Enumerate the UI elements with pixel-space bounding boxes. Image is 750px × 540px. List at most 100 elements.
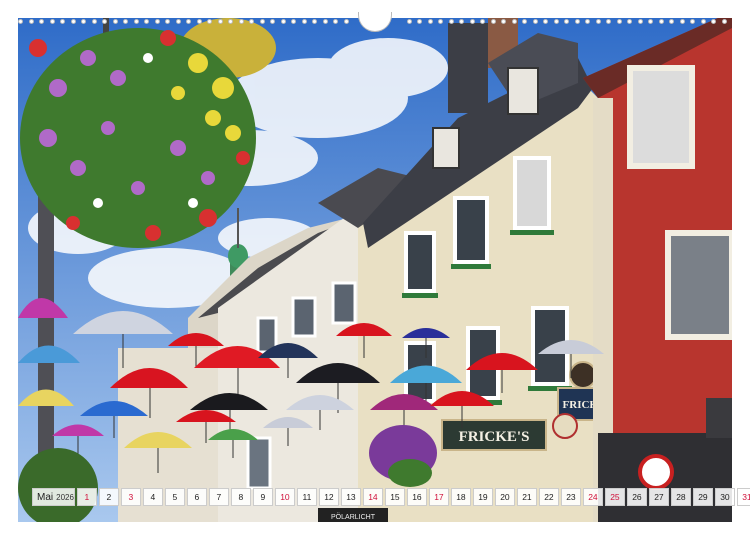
binding-hole [417,19,422,24]
binding-hole [627,19,632,24]
day-cell-8: 8 [230,488,251,506]
day-cell-17: 17 [428,488,449,506]
binding-hole [322,19,328,24]
binding-hole [511,19,517,24]
binding-hole [102,19,107,24]
binding-hole [154,19,160,24]
shop-sign-text: FRICKE'S [459,429,530,445]
binding-hole [480,19,485,24]
no-entry-sign [638,454,674,490]
binding-hole [39,19,44,24]
day-cell-16: 16 [406,488,427,506]
day-cell-2: 2 [98,488,119,506]
binding-hole [658,19,664,24]
binding-hole [280,19,286,24]
calendar-strip: Mai 2026 1 2 3 4 5 6 7 8 9 10 11 12 13 14 15 16 17 18 19 20… [32,487,750,507]
binding-hole [595,19,601,24]
day-cell-21: 21 [516,488,537,506]
binding-hole [459,19,464,24]
binding-hole [343,19,349,24]
day-cell-25: 25 [604,488,625,506]
binding-hole [270,19,275,24]
binding-hole [165,19,170,24]
binding-hole [217,19,223,24]
day-cell-3: 3 [120,488,141,506]
binding-hole [669,19,674,24]
binding-hole [501,19,506,24]
binding-hole [112,19,118,24]
day-cell-18: 18 [450,488,471,506]
street-photo: FRICKE'S FRICKES PÖLARLICHT [18,18,732,522]
day-cell-10: 10 [274,488,295,506]
binding-hole [186,19,191,24]
binding-hole [70,19,76,24]
binding-hole [522,19,527,24]
binding-hole [175,19,181,24]
day-cell-4: 4 [142,488,163,506]
day-cell-30: 30 [714,488,735,506]
binding-hole [249,19,254,24]
day-cell-23: 23 [560,488,581,506]
bottom-sign-text: PÖLARLICHT [331,513,376,521]
binding-hole [700,19,706,24]
day-cell-26: 26 [626,488,647,506]
binding-hole [427,19,433,24]
binding-hole [585,19,590,24]
binding-hole [60,19,65,24]
binding-hole [637,19,643,24]
binding-hole [690,19,695,24]
year-label: 2026 [56,492,74,502]
binding-hole [564,19,569,24]
binding-hole [49,19,55,24]
day-cell-29: 29 [692,488,713,506]
binding-hole [123,19,128,24]
binding-hole [81,19,86,24]
day-cell-11: 11 [296,488,317,506]
binding-hole [606,19,611,24]
binding-hole [259,19,265,24]
binding-hole [301,19,307,24]
binding-hole [648,19,653,24]
calendar-page: FRICKE'S FRICKES PÖLARLICHT Mai 2026 1 2… [0,0,750,540]
month-label: Mai 2026 [32,488,75,506]
binding-hole [553,19,559,24]
binding-hole [228,19,233,24]
binding-hole [333,19,338,24]
day-cells: 1 2 3 4 5 6 7 8 9 10 11 12 13 14 15 16 17 18 19 20 21 22 23 24 2… [76,488,750,506]
day-cell-13: 13 [340,488,361,506]
binding-hole [291,19,296,24]
day-cell-28: 28 [670,488,691,506]
binding-hole [438,19,443,24]
binding-hole [532,19,538,24]
day-cell-5: 5 [164,488,185,506]
binding-hole [543,19,548,24]
binding-hole [679,19,685,24]
day-cell-6: 6 [186,488,207,506]
red-building [583,18,732,522]
binding-hole [18,19,23,24]
binding-hole [711,19,716,24]
binding-hole [490,19,496,24]
binding-hole [133,19,139,24]
day-cell-27: 27 [648,488,669,506]
photo-illustration: FRICKE'S FRICKES PÖLARLICHT [18,18,732,522]
day-cell-1: 1 [76,488,97,506]
binding-hole [28,19,34,24]
day-cell-24: 24 [582,488,603,506]
day-cell-7: 7 [208,488,229,506]
lower-storefronts: PÖLARLICHT [318,508,388,522]
day-cell-9: 9 [252,488,273,506]
binding-hole [448,19,454,24]
day-cell-22: 22 [538,488,559,506]
binding-hole [91,19,97,24]
binding-hole [196,19,202,24]
binding-hole [144,19,149,24]
binding-hole [574,19,580,24]
day-cell-15: 15 [384,488,405,506]
binding-hole [312,19,317,24]
day-cell-19: 19 [472,488,493,506]
day-cell-20: 20 [494,488,515,506]
binding-hole [721,19,727,24]
day-cell-14: 14 [362,488,383,506]
binding-hole [616,19,622,24]
